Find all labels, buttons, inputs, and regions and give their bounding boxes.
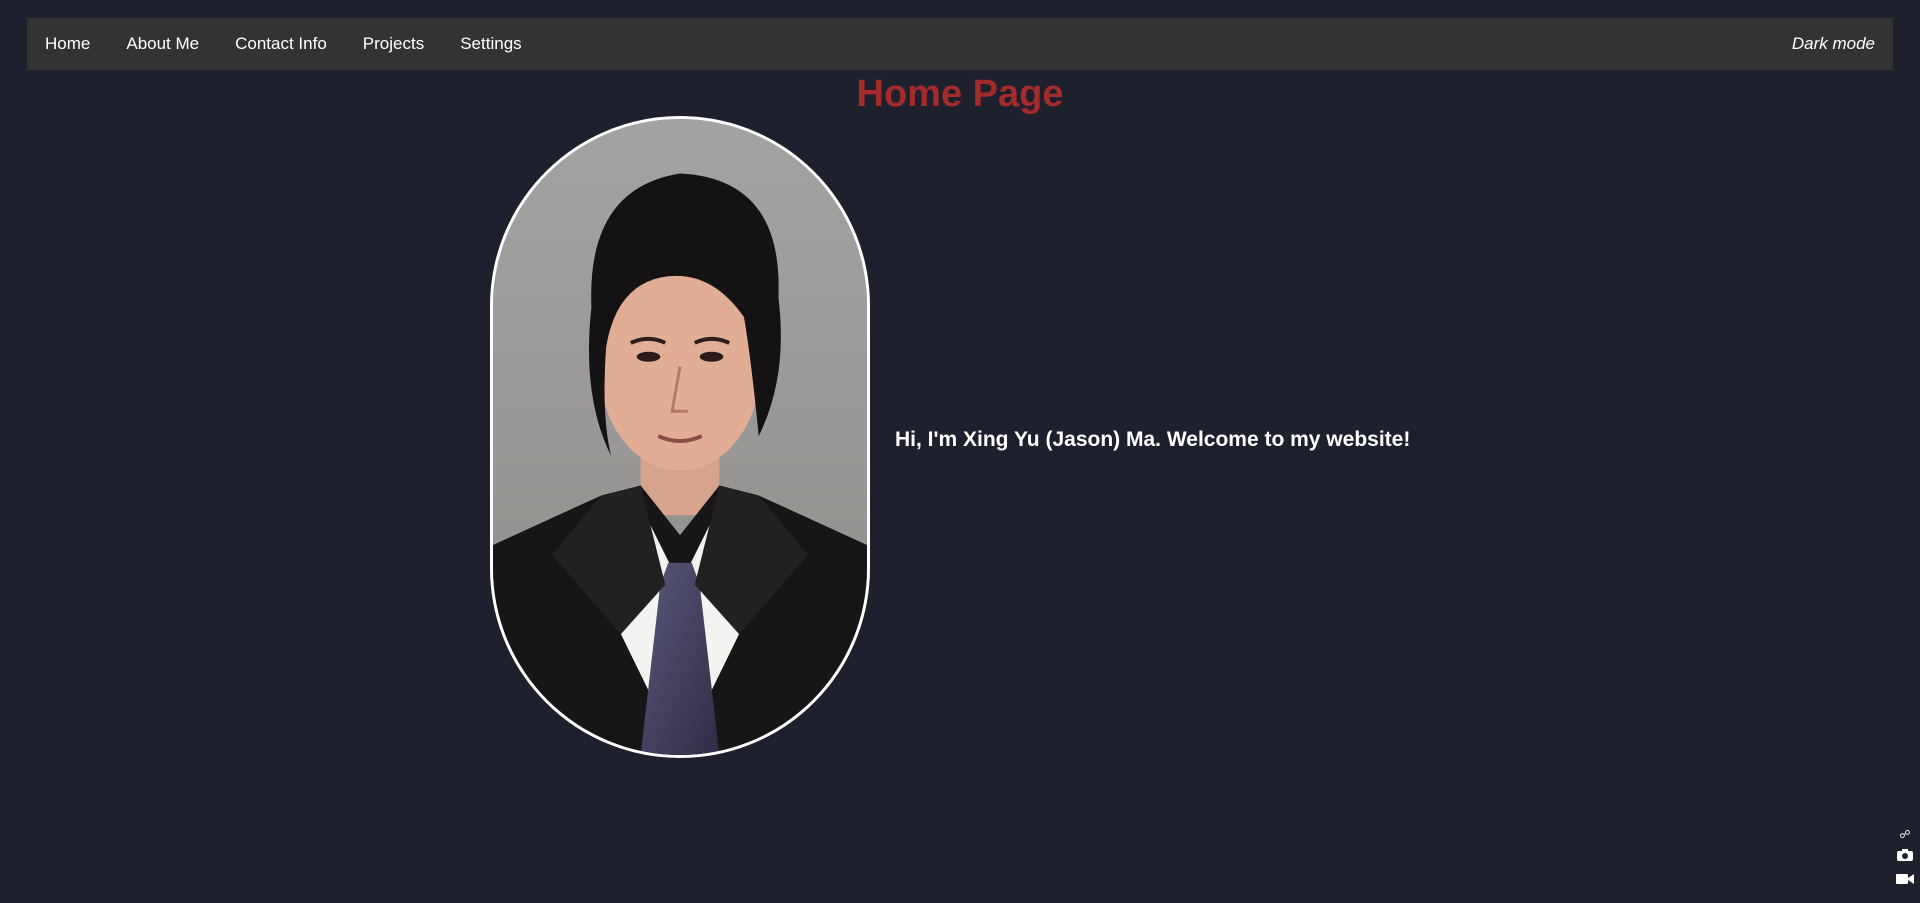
welcome-message: Hi, I'm Xing Yu (Jason) Ma. Welcome to m…: [895, 428, 1411, 451]
navbar: Home About Me Contact Info Projects Sett…: [27, 18, 1893, 70]
nav-links: Home About Me Contact Info Projects Sett…: [27, 18, 540, 70]
page-title: Home Page: [856, 73, 1064, 115]
dark-mode-toggle[interactable]: Dark mode: [1792, 34, 1893, 54]
nav-item-contact-info[interactable]: Contact Info: [217, 18, 345, 70]
nav-item-settings[interactable]: Settings: [442, 18, 539, 70]
nav-item-about-me[interactable]: About Me: [108, 18, 217, 70]
video-icon[interactable]: [1895, 872, 1915, 890]
side-toolbar: ☍: [1894, 828, 1916, 890]
profile-photo: [490, 116, 870, 758]
nav-item-projects[interactable]: Projects: [345, 18, 442, 70]
nav-item-home[interactable]: Home: [27, 18, 108, 70]
profile-photo-illustration: [493, 119, 867, 755]
link-icon[interactable]: ☍: [1899, 828, 1910, 842]
camera-icon[interactable]: [1896, 848, 1914, 866]
